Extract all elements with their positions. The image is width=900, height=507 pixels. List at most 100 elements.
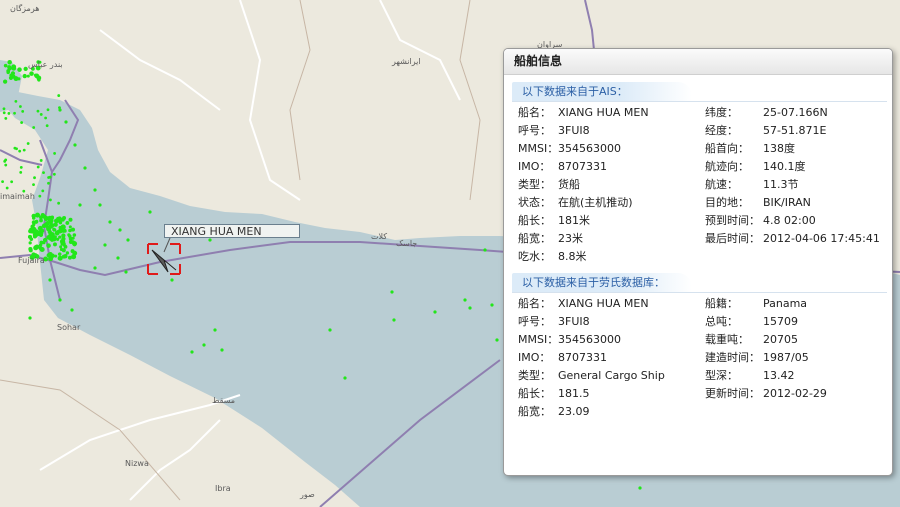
ship-position-dot[interactable]	[19, 165, 23, 169]
ship-position-dot[interactable]	[70, 308, 74, 312]
ship-position-dot[interactable]	[7, 66, 12, 71]
ship-position-dot[interactable]	[59, 247, 64, 252]
ship-position-dot[interactable]	[39, 159, 43, 162]
ship-position-dot[interactable]	[1, 180, 4, 184]
ship-position-dot[interactable]	[53, 242, 57, 247]
ship-position-dot[interactable]	[118, 228, 122, 232]
ship-position-dot[interactable]	[67, 233, 71, 237]
ship-position-dot[interactable]	[39, 218, 43, 223]
ship-position-dot[interactable]	[33, 176, 36, 180]
ship-position-dot[interactable]	[28, 241, 32, 245]
ship-position-dot[interactable]	[72, 233, 77, 237]
ship-position-dot[interactable]	[30, 224, 35, 229]
ship-position-dot[interactable]	[50, 232, 55, 238]
ship-position-dot[interactable]	[108, 220, 112, 224]
ship-position-dot[interactable]	[32, 126, 36, 129]
ship-position-dot[interactable]	[35, 212, 41, 218]
ship-position-dot[interactable]	[73, 143, 77, 147]
ship-position-dot[interactable]	[148, 210, 152, 214]
ship-name-label[interactable]: XIANG HUA MEN	[164, 224, 300, 238]
ship-position-dot[interactable]	[53, 218, 59, 224]
ship-position-dot[interactable]	[170, 278, 174, 282]
ship-position-dot[interactable]	[32, 183, 35, 187]
ship-position-dot[interactable]	[83, 166, 87, 170]
ship-position-dot[interactable]	[6, 70, 10, 74]
ship-position-dot[interactable]	[11, 65, 17, 71]
ship-position-dot[interactable]	[18, 149, 22, 153]
ship-position-dot[interactable]	[63, 244, 67, 248]
ship-position-dot[interactable]	[213, 328, 217, 332]
ship-position-dot[interactable]	[65, 221, 70, 225]
ship-position-dot[interactable]	[48, 223, 54, 229]
ship-position-dot[interactable]	[26, 142, 30, 145]
ship-position-dot[interactable]	[36, 109, 40, 113]
ship-position-dot[interactable]	[57, 252, 62, 256]
ship-position-dot[interactable]	[26, 74, 30, 78]
ship-position-dot[interactable]	[7, 112, 11, 115]
ship-position-dot[interactable]	[14, 99, 18, 103]
ship-position-dot[interactable]	[29, 71, 34, 76]
ship-position-dot[interactable]	[71, 236, 75, 240]
ship-position-dot[interactable]	[58, 108, 62, 112]
ship-position-dot[interactable]	[433, 310, 437, 314]
ship-position-dot[interactable]	[28, 248, 33, 253]
ship-position-dot[interactable]	[34, 219, 39, 224]
ship-position-dot[interactable]	[58, 235, 62, 239]
ship-position-dot[interactable]	[27, 234, 33, 239]
ship-position-dot[interactable]	[2, 107, 6, 111]
ship-position-dot[interactable]	[44, 116, 48, 120]
ship-position-dot[interactable]	[33, 228, 37, 232]
ship-position-dot[interactable]	[36, 165, 40, 169]
ship-position-dot[interactable]	[126, 238, 130, 242]
ship-position-dot[interactable]	[18, 105, 22, 108]
ship-position-dot[interactable]	[93, 266, 97, 270]
ship-position-dot[interactable]	[3, 63, 8, 68]
ship-position-dot[interactable]	[220, 348, 224, 352]
ship-position-dot[interactable]	[53, 152, 56, 155]
ship-position-dot[interactable]	[52, 228, 56, 232]
ship-position-dot[interactable]	[22, 73, 27, 79]
ship-position-dot[interactable]	[343, 376, 347, 380]
ship-position-dot[interactable]	[98, 203, 102, 207]
ship-position-dot[interactable]	[64, 120, 68, 124]
ship-position-dot[interactable]	[48, 175, 52, 179]
ship-position-dot[interactable]	[39, 240, 44, 245]
ship-position-dot[interactable]	[13, 146, 17, 150]
ship-position-dot[interactable]	[47, 181, 50, 185]
ship-position-dot[interactable]	[52, 172, 56, 176]
ship-position-dot[interactable]	[54, 254, 58, 258]
ship-position-dot[interactable]	[61, 227, 65, 231]
ship-position-dot[interactable]	[4, 163, 8, 167]
ship-position-dot[interactable]	[61, 236, 66, 241]
ship-position-dot[interactable]	[5, 186, 9, 190]
ship-position-dot[interactable]	[4, 116, 8, 120]
ship-position-dot[interactable]	[39, 113, 43, 116]
ship-position-dot[interactable]	[46, 108, 50, 112]
ship-position-dot[interactable]	[58, 298, 62, 302]
ship-position-dot[interactable]	[490, 303, 494, 307]
ship-position-dot[interactable]	[48, 219, 53, 225]
ship-position-dot[interactable]	[38, 246, 43, 251]
ship-position-dot[interactable]	[124, 270, 128, 274]
ship-position-dot[interactable]	[638, 486, 642, 490]
ship-position-dot[interactable]	[33, 245, 39, 251]
ship-position-dot[interactable]	[62, 216, 67, 220]
ship-position-dot[interactable]	[65, 251, 70, 255]
ship-position-dot[interactable]	[57, 255, 63, 261]
ship-position-dot[interactable]	[40, 228, 45, 233]
ship-position-dot[interactable]	[21, 109, 25, 113]
ship-position-dot[interactable]	[9, 73, 13, 78]
ship-position-dot[interactable]	[17, 67, 22, 72]
ship-position-dot[interactable]	[495, 338, 499, 342]
ship-position-dot[interactable]	[46, 243, 51, 248]
ship-position-dot[interactable]	[116, 256, 120, 260]
ship-position-dot[interactable]	[392, 318, 396, 322]
ship-position-dot[interactable]	[463, 298, 467, 302]
ship-position-dot[interactable]	[41, 223, 47, 229]
ship-position-dot[interactable]	[328, 328, 332, 332]
ship-position-dot[interactable]	[103, 243, 107, 247]
ship-position-dot[interactable]	[390, 290, 394, 294]
ship-position-dot[interactable]	[57, 201, 61, 205]
ship-position-dot[interactable]	[48, 278, 52, 282]
ship-position-dot[interactable]	[2, 111, 6, 115]
